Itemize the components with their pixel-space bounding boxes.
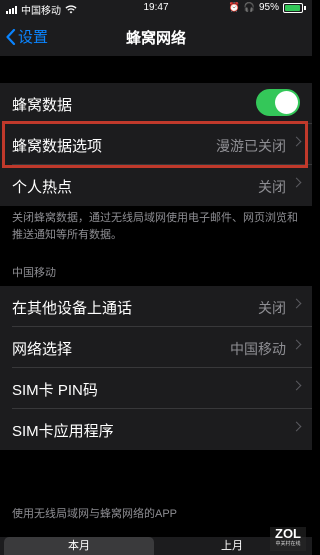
cellular-data-row: 蜂窝数据 xyxy=(0,83,312,124)
alarm-icon: ⏰ xyxy=(228,2,240,12)
battery-tip xyxy=(304,5,306,10)
chevron-right-icon xyxy=(291,177,302,188)
personal-hotspot-row[interactable]: 个人热点 关闭 xyxy=(0,165,312,206)
page-title: 蜂窝网络 xyxy=(125,30,186,47)
zol-watermark-logo: ZOL 中关村在线 xyxy=(270,527,306,551)
navigation-bar: 设置 蜂窝网络 xyxy=(0,16,312,56)
cellular-data-toggle[interactable] xyxy=(256,89,300,116)
battery-percent: 95% xyxy=(258,2,279,13)
watermark-logo-text: ZOL xyxy=(275,526,301,541)
network-selection-value: 中国移动 xyxy=(230,341,286,357)
calls-other-devices-row[interactable]: 在其他设备上通话 关闭 xyxy=(0,286,312,327)
battery-icon xyxy=(283,2,303,13)
sim-apps-label: SIM卡应用程序 xyxy=(12,423,114,440)
calls-other-devices-value: 关闭 xyxy=(258,300,286,316)
personal-hotspot-value: 关闭 xyxy=(258,179,286,195)
usage-period-segmented-control: 本月 上月 xyxy=(0,537,312,555)
chevron-right-icon xyxy=(291,339,302,350)
watermark-sub-text: 中关村在线 xyxy=(275,541,301,547)
chevron-right-icon xyxy=(291,298,302,309)
apps-section-header: 使用无线局域网与蜂窝网络的APP xyxy=(12,508,178,520)
headphones-icon: 🎧 xyxy=(243,2,255,12)
chevron-right-icon xyxy=(291,136,302,147)
chevron-right-icon xyxy=(291,380,302,391)
cellular-footnote: 关闭蜂窝数据，通过无线局域网使用电子邮件、网页浏览和推送通知等所有数据。 xyxy=(12,212,298,241)
chevron-right-icon xyxy=(291,421,302,432)
cellular-data-label: 蜂窝数据 xyxy=(12,97,73,114)
personal-hotspot-label: 个人热点 xyxy=(12,179,73,196)
network-selection-label: 网络选择 xyxy=(12,341,73,358)
sim-pin-label: SIM卡 PIN码 xyxy=(12,382,98,399)
cellular-options-value: 漫游已关闭 xyxy=(216,138,286,154)
toggle-knob xyxy=(275,91,298,114)
status-right: ⏰ 🎧 95% xyxy=(229,2,306,13)
section-header-carrier: 中国移动 xyxy=(12,267,56,279)
status-bar: 中国移动 19:47 ⏰ 🎧 95% xyxy=(0,0,312,17)
segment-current-month[interactable]: 本月 xyxy=(4,537,154,555)
sim-pin-row[interactable]: SIM卡 PIN码 xyxy=(0,368,312,409)
cellular-options-row[interactable]: 蜂窝数据选项 漫游已关闭 xyxy=(0,124,312,165)
network-selection-row[interactable]: 网络选择 中国移动 xyxy=(0,327,312,368)
calls-other-devices-label: 在其他设备上通话 xyxy=(12,300,133,317)
cellular-options-label: 蜂窝数据选项 xyxy=(12,138,103,155)
sim-apps-row[interactable]: SIM卡应用程序 xyxy=(0,409,312,450)
